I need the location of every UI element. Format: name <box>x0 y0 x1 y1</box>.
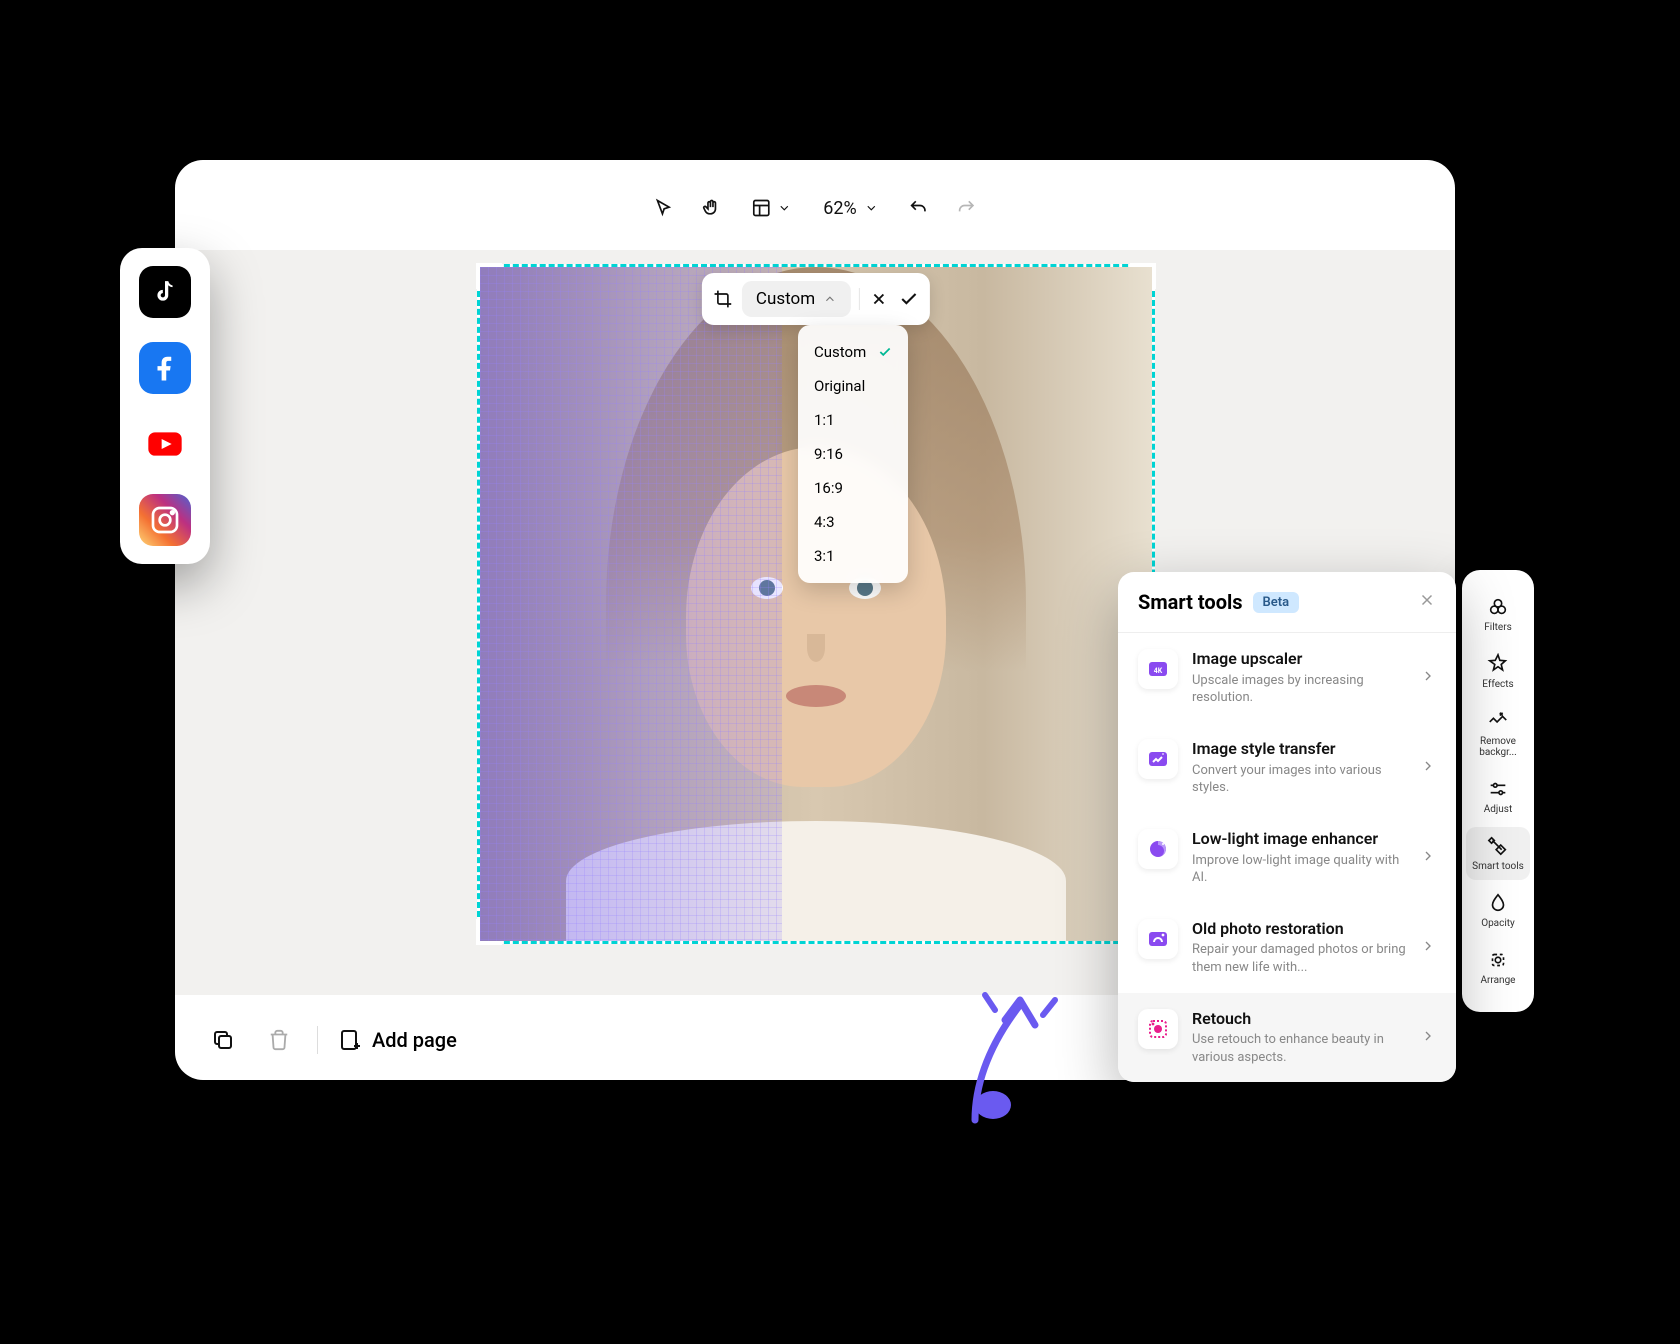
crop-toolbar: Custom <box>702 273 930 325</box>
chevron-right-icon <box>1420 938 1436 958</box>
tool-title: Old photo restoration <box>1192 919 1406 940</box>
svg-text:4K: 4K <box>1154 667 1163 675</box>
tool-title: Image style transfer <box>1192 739 1406 760</box>
crop-option[interactable]: 3:1 <box>798 539 908 573</box>
tool-icon <box>1138 739 1178 779</box>
tiktok-icon[interactable] <box>139 266 191 318</box>
tool-title: Image upscaler <box>1192 649 1406 670</box>
crop-ratio-label: Custom <box>756 289 815 309</box>
youtube-icon[interactable] <box>139 418 191 470</box>
crop-option[interactable]: 1:1 <box>798 403 908 437</box>
tool-icon <box>1138 1009 1178 1049</box>
crop-handle-bl[interactable] <box>476 919 502 945</box>
chevron-right-icon <box>1420 1028 1436 1048</box>
redo-button[interactable] <box>949 190 985 226</box>
rail-item-smart-tools[interactable]: Smart tools <box>1466 827 1530 880</box>
crop-icon <box>712 288 734 310</box>
crop-cancel-button[interactable] <box>868 288 890 310</box>
smart-tools-panel: Smart tools Beta 4K Image upscaler Upsca… <box>1118 572 1456 1082</box>
tool-desc: Upscale images by increasing resolution. <box>1192 672 1406 707</box>
chevron-down-icon <box>777 201 791 215</box>
crop-option[interactable]: Original <box>798 369 908 403</box>
top-toolbar: 62% <box>645 190 984 226</box>
rail-item-adjust[interactable]: Adjust <box>1466 770 1530 823</box>
tool-icon <box>1138 919 1178 959</box>
bottom-bar: Add page <box>205 1022 457 1058</box>
rail-item-remove-backgr-[interactable]: Remove backgr... <box>1466 702 1530 766</box>
hand-tool-button[interactable] <box>693 190 729 226</box>
zoom-dropdown[interactable]: 62% <box>813 192 888 225</box>
duplicate-page-button[interactable] <box>205 1022 241 1058</box>
instagram-icon[interactable] <box>139 494 191 546</box>
chevron-down-icon <box>865 201 879 215</box>
crop-confirm-button[interactable] <box>898 288 920 310</box>
close-button[interactable] <box>1418 591 1436 613</box>
add-page-button[interactable]: Add page <box>338 1028 457 1052</box>
layout-dropdown[interactable] <box>741 192 801 224</box>
chevron-right-icon <box>1420 668 1436 688</box>
smart-tool-item[interactable]: Low-light image enhancer Improve low-lig… <box>1118 813 1456 903</box>
smart-tools-header: Smart tools Beta <box>1118 572 1456 633</box>
undo-button[interactable] <box>901 190 937 226</box>
image-crop-frame[interactable]: Custom CustomOriginal1:19:1616:94:33:1 <box>477 264 1155 944</box>
social-rail <box>120 248 210 564</box>
zoom-value: 62% <box>823 198 856 219</box>
crop-option[interactable]: Custom <box>798 335 908 369</box>
rail-item-effects[interactable]: Effects <box>1466 645 1530 698</box>
beta-badge: Beta <box>1253 592 1300 613</box>
tool-title: Low-light image enhancer <box>1192 829 1406 850</box>
pointer-tool-button[interactable] <box>645 190 681 226</box>
crop-option[interactable]: 16:9 <box>798 471 908 505</box>
delete-page-button[interactable] <box>261 1022 297 1058</box>
tool-desc: Use retouch to enhance beauty in various… <box>1192 1031 1406 1066</box>
rail-item-filters[interactable]: Filters <box>1466 588 1530 641</box>
rail-item-opacity[interactable]: Opacity <box>1466 884 1530 937</box>
crop-option[interactable]: 4:3 <box>798 505 908 539</box>
crop-option[interactable]: 9:16 <box>798 437 908 471</box>
tool-desc: Convert your images into various styles. <box>1192 762 1406 797</box>
crop-ratio-menu: CustomOriginal1:19:1616:94:33:1 <box>798 325 908 583</box>
crop-ratio-dropdown[interactable]: Custom <box>742 281 851 317</box>
chevron-right-icon <box>1420 848 1436 868</box>
smart-tool-item[interactable]: Retouch Use retouch to enhance beauty in… <box>1118 993 1456 1083</box>
tool-desc: Repair your damaged photos or bring them… <box>1192 941 1406 976</box>
tool-desc: Improve low-light image quality with AI. <box>1192 852 1406 887</box>
rail-item-arrange[interactable]: Arrange <box>1466 941 1530 994</box>
tool-icon <box>1138 829 1178 869</box>
add-page-label: Add page <box>372 1028 457 1052</box>
facebook-icon[interactable] <box>139 342 191 394</box>
tool-title: Retouch <box>1192 1009 1406 1030</box>
right-rail: FiltersEffectsRemove backgr...AdjustSmar… <box>1462 570 1534 1012</box>
crop-handle-tl[interactable] <box>476 263 502 289</box>
smart-tools-title: Smart tools <box>1138 590 1243 614</box>
chevron-up-icon <box>823 292 837 306</box>
tool-icon: 4K <box>1138 649 1178 689</box>
chevron-right-icon <box>1420 758 1436 778</box>
smart-tool-item[interactable]: Image style transfer Convert your images… <box>1118 723 1456 813</box>
smart-tool-item[interactable]: 4K Image upscaler Upscale images by incr… <box>1118 633 1456 723</box>
add-page-icon <box>338 1028 362 1052</box>
crop-handle-tr[interactable] <box>1130 263 1156 289</box>
smart-tool-item[interactable]: Old photo restoration Repair your damage… <box>1118 903 1456 993</box>
